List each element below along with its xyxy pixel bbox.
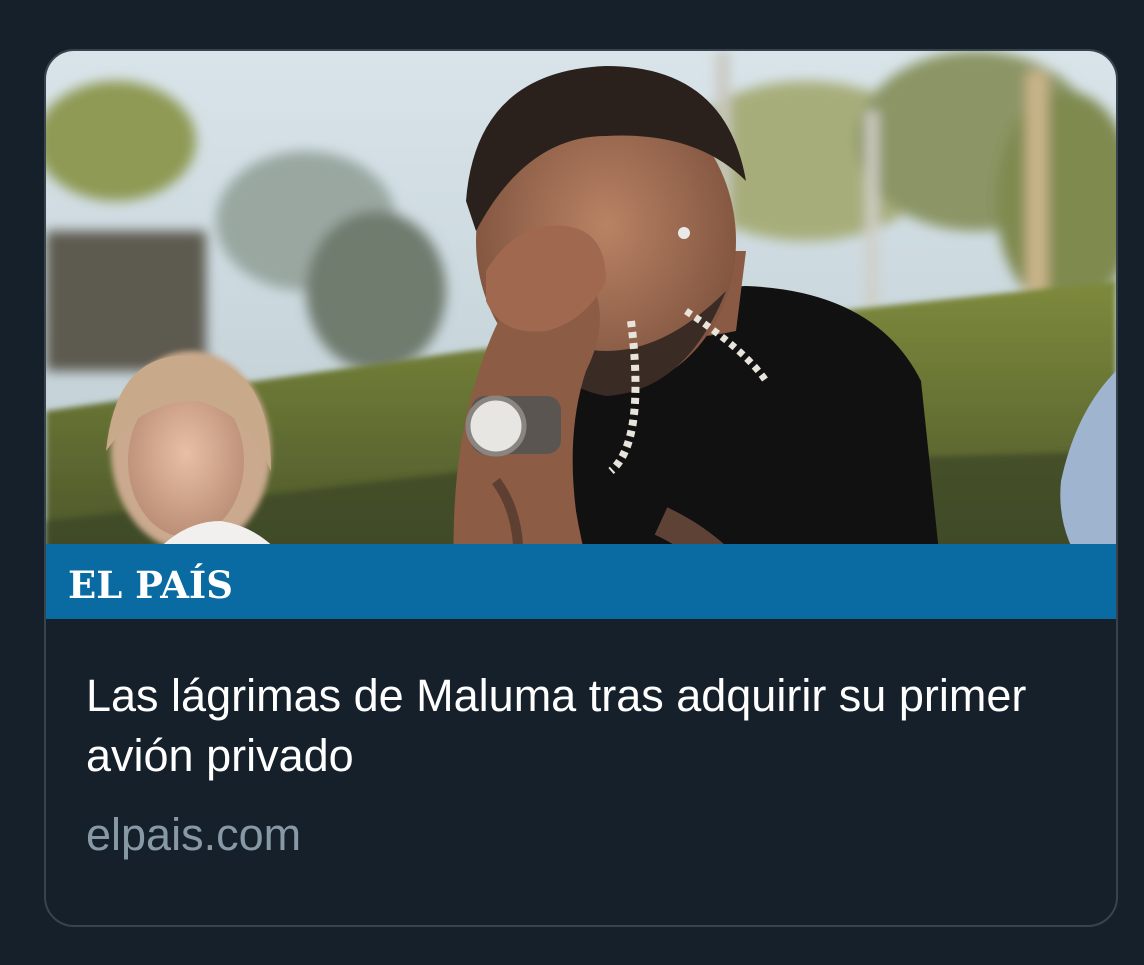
article-thumbnail[interactable]: EL PAÍS [46,51,1116,619]
el-pais-logo: EL PAÍS [68,563,233,607]
article-domain: elpais.com [86,809,302,860]
article-headline[interactable]: Las lágrimas de Maluma tras adquirir su … [86,666,1096,786]
link-preview-card[interactable]: EL PAÍS Las lágrimas de Maluma tras adqu… [44,49,1118,927]
card-text[interactable]: Las lágrimas de Maluma tras adquirir su … [86,666,1096,862]
